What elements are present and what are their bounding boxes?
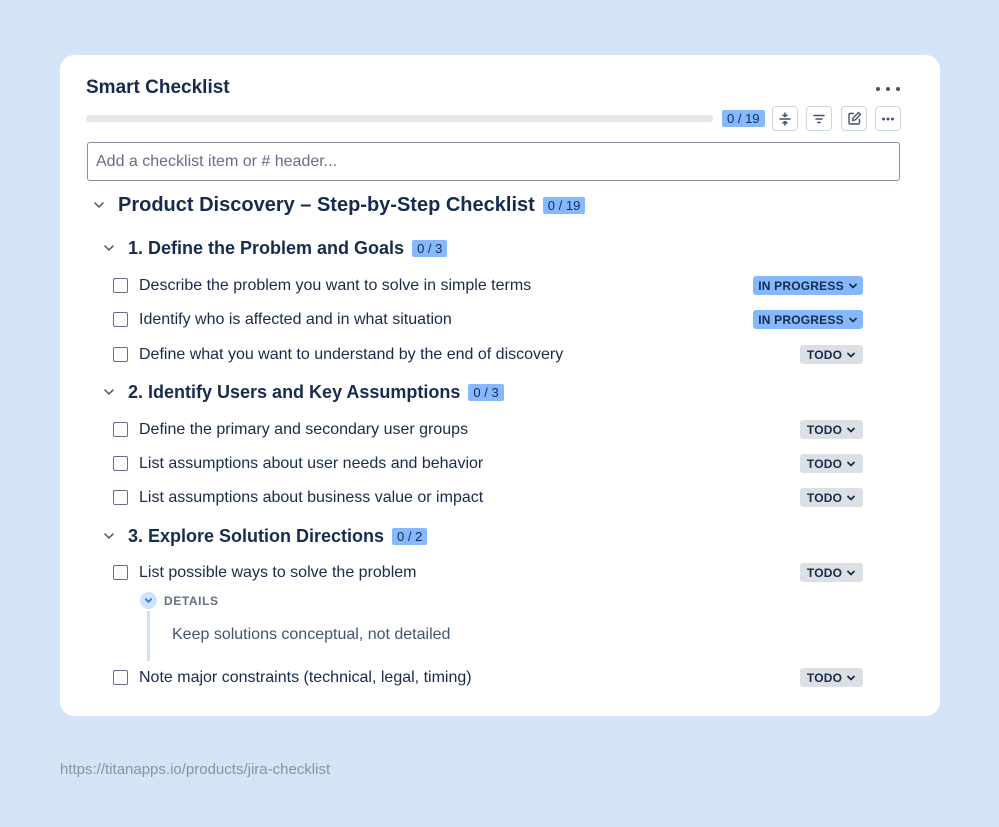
details-text: Keep solutions conceptual, not detailed [172,626,451,643]
item-checkbox[interactable] [113,490,128,505]
status-label: TODO [806,490,843,505]
checklist-item: List assumptions about user needs and be… [113,453,483,474]
checklist-count-badge: 0 / 19 [542,196,586,214]
section-header: 1. Define the Problem and Goals 0 / 3 [102,236,448,260]
item-text: Identify who is affected and in what sit… [139,310,452,328]
filter-icon [813,114,825,123]
chevron-down-icon [847,352,856,357]
chevron-down-icon[interactable] [102,241,116,255]
checklist-header: Product Discovery – Step-by-Step Checkli… [92,193,586,217]
item-checkbox[interactable] [113,422,128,437]
item-checkbox[interactable] [113,312,128,327]
item-text: List assumptions about user needs and be… [139,454,484,472]
section-header: 3. Explore Solution Directions 0 / 2 [102,524,428,548]
section-count-badge: 0 / 3 [468,383,504,401]
section-count-badge: 0 / 3 [412,239,448,257]
details-divider [147,611,150,661]
status-dropdown[interactable]: TODO [800,345,863,364]
edit-icon [847,111,861,125]
section-title: 3. Explore Solution Directions [128,525,385,546]
status-dropdown[interactable]: TODO [800,488,863,507]
status-dropdown[interactable]: TODO [800,420,863,439]
item-checkbox[interactable] [113,565,128,580]
smart-checklist-panel: Smart Checklist 0 / 19 Product Discovery… [60,55,940,716]
checklist-item: Define the primary and secondary user gr… [113,419,468,440]
toolbar-more-button[interactable] [875,106,901,131]
chevron-down-icon [848,283,857,288]
chevron-down-icon [847,427,856,432]
chevron-down-icon [144,598,153,603]
checklist-item: Define what you want to understand by th… [113,344,563,365]
item-checkbox[interactable] [113,670,128,685]
chevron-down-icon[interactable] [92,198,106,212]
panel-title: Smart Checklist [86,77,230,98]
status-label: IN PROGRESS [758,312,844,327]
item-text: Describe the problem you want to solve i… [139,276,532,294]
status-label: TODO [806,422,843,437]
status-label: TODO [806,565,843,580]
checklist-item: Identify who is affected and in what sit… [113,309,452,330]
status-label: TODO [806,670,843,685]
details-label: DETAILS [164,594,219,608]
more-options-icon[interactable] [876,83,900,95]
chevron-down-icon [848,317,857,322]
checklist-item: List possible ways to solve the problem [113,562,416,583]
status-dropdown[interactable]: IN PROGRESS [753,276,863,295]
chevron-down-icon[interactable] [102,529,116,543]
more-horizontal-icon [882,117,894,120]
status-label: IN PROGRESS [758,278,844,293]
progress-bar [86,115,713,122]
item-text: Define the primary and secondary user gr… [139,420,469,438]
item-checkbox[interactable] [113,456,128,471]
checklist-item: Describe the problem you want to solve i… [113,275,531,296]
progress-count-badge: 0 / 19 [722,110,765,127]
status-dropdown[interactable]: IN PROGRESS [753,310,863,329]
item-checkbox[interactable] [113,347,128,362]
edit-button[interactable] [841,106,867,131]
section-title: 1. Define the Problem and Goals [128,237,405,258]
status-dropdown[interactable]: TODO [800,454,863,473]
item-checkbox[interactable] [113,278,128,293]
status-dropdown[interactable]: TODO [800,668,863,687]
details-toggle[interactable] [140,592,157,609]
status-label: TODO [806,347,843,362]
status-label: TODO [806,456,843,471]
chevron-down-icon [847,675,856,680]
item-text: Define what you want to understand by th… [139,345,564,363]
section-header: 2. Identify Users and Key Assumptions 0 … [102,380,504,404]
filter-button[interactable] [806,106,832,131]
checklist-title: Product Discovery – Step-by-Step Checkli… [118,193,535,216]
item-text: List possible ways to solve the problem [139,563,417,581]
checklist-item: List assumptions about business value or… [113,487,483,508]
checklist-item: Note major constraints (technical, legal… [113,667,472,688]
item-text: List assumptions about business value or… [139,488,484,506]
chevron-down-icon [847,461,856,466]
collapse-icon [779,111,791,126]
section-count-badge: 0 / 2 [392,527,428,545]
section-title: 2. Identify Users and Key Assumptions [128,381,461,402]
status-dropdown[interactable]: TODO [800,563,863,582]
chevron-down-icon [847,495,856,500]
chevron-down-icon[interactable] [102,385,116,399]
item-text: Note major constraints (technical, legal… [139,668,472,686]
footer-url: https://titanapps.io/products/jira-check… [60,761,331,778]
chevron-down-icon [847,570,856,575]
add-item-input[interactable] [87,142,900,181]
collapse-all-button[interactable] [772,106,798,131]
